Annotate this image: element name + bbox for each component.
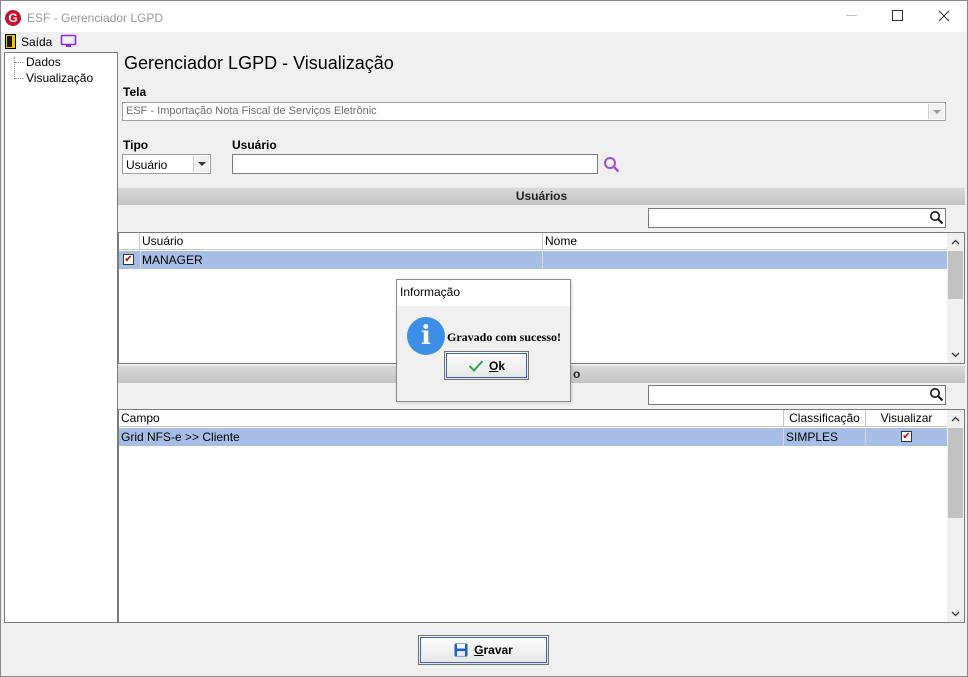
fields-section-title: o (573, 367, 581, 381)
close-button[interactable] (921, 1, 967, 31)
tree-branch (15, 62, 23, 63)
minimize-button[interactable] (829, 1, 875, 31)
users-section-header: Usuários (118, 187, 965, 205)
column-header-campo[interactable]: Campo (121, 410, 160, 426)
fields-scrollbar[interactable] (947, 410, 964, 622)
chevron-down-icon (951, 352, 960, 357)
chevron-up-icon (951, 239, 960, 244)
chevron-down-icon[interactable] (928, 104, 944, 119)
fields-search-input[interactable] (648, 385, 946, 405)
cell-usuario: MANAGER (142, 253, 203, 267)
scroll-up-button[interactable] (947, 233, 964, 250)
column-header-visualizar[interactable]: Visualizar (865, 410, 947, 426)
chevron-down-icon (951, 611, 960, 616)
table-row[interactable]: ✔ MANAGER (119, 251, 947, 269)
user-input[interactable] (232, 154, 598, 174)
maximize-icon (892, 10, 903, 21)
menu-exit[interactable]: Saída (21, 35, 52, 49)
search-icon[interactable] (929, 210, 944, 225)
screen-label: Tela (123, 85, 147, 99)
save-button-label: Gravar (474, 643, 513, 657)
window-title: ESF - Gerenciador LGPD (27, 11, 164, 25)
visualizar-checkbox[interactable]: ✔ (901, 431, 912, 442)
column-header-classificacao[interactable]: Classificação (783, 410, 865, 426)
type-select-value: Usuário (126, 158, 168, 172)
exit-door-icon[interactable] (5, 34, 16, 49)
cell-nome (542, 251, 545, 269)
page-title: Gerenciador LGPD - Visualização (124, 53, 394, 73)
type-label: Tipo (123, 138, 149, 152)
cell-campo: Grid NFS-e >> Cliente (121, 430, 240, 444)
dialog-title: Informação (397, 280, 570, 306)
scroll-thumb[interactable] (948, 428, 963, 518)
minimize-icon (846, 15, 857, 16)
chevron-down-icon[interactable] (193, 156, 209, 172)
navigation-tree (4, 52, 118, 623)
users-search-input[interactable] (648, 208, 946, 228)
table-row[interactable]: Grid NFS-e >> Cliente SIMPLES ✔ (119, 428, 947, 446)
search-icon[interactable] (603, 156, 621, 174)
scroll-down-button[interactable] (947, 346, 964, 363)
floppy-disk-icon (454, 643, 468, 657)
chevron-up-icon (951, 416, 960, 421)
fields-grid-header: Campo Classificação Visualizar (119, 410, 947, 427)
type-select[interactable]: Usuário (122, 154, 211, 174)
scroll-up-button[interactable] (947, 410, 964, 427)
tree-branch (15, 78, 23, 79)
fields-grid: Campo Classificação Visualizar Grid NFS-… (118, 409, 965, 623)
save-button[interactable]: Gravar (418, 635, 549, 665)
maximize-button[interactable] (875, 1, 921, 31)
info-dialog: Informação i Gravado com sucesso! Ok (396, 279, 571, 402)
menu-bar (1, 32, 967, 51)
scroll-down-button[interactable] (947, 605, 964, 622)
checkmark-icon (468, 359, 484, 372)
users-grid-header: Usuário Nome (119, 233, 947, 250)
ok-button[interactable]: Ok (444, 351, 529, 380)
monitor-icon[interactable] (60, 34, 77, 49)
header-check-cell (119, 233, 140, 249)
info-icon: i (407, 317, 445, 355)
tree-item-visualizacao[interactable]: Visualização (26, 71, 93, 85)
column-header-usuario[interactable]: Usuário (142, 233, 183, 249)
dialog-message: Gravado com sucesso! (447, 330, 561, 344)
user-label: Usuário (232, 138, 277, 152)
cell-classificacao: SIMPLES (783, 428, 838, 446)
column-header-nome[interactable]: Nome (542, 233, 577, 249)
tree-connector (14, 57, 15, 79)
scroll-thumb[interactable] (948, 251, 963, 299)
screen-select-value: ESF - Importação Nota Fiscal de Serviços… (126, 105, 377, 117)
search-icon[interactable] (929, 387, 944, 402)
close-icon (938, 10, 950, 22)
tree-item-dados[interactable]: Dados (26, 55, 61, 69)
row-checkbox[interactable]: ✔ (123, 254, 134, 265)
users-scrollbar[interactable] (947, 233, 964, 363)
app-logo-icon: G (5, 10, 21, 26)
ok-button-label: Ok (488, 358, 506, 373)
screen-select[interactable]: ESF - Importação Nota Fiscal de Serviços… (122, 102, 946, 121)
